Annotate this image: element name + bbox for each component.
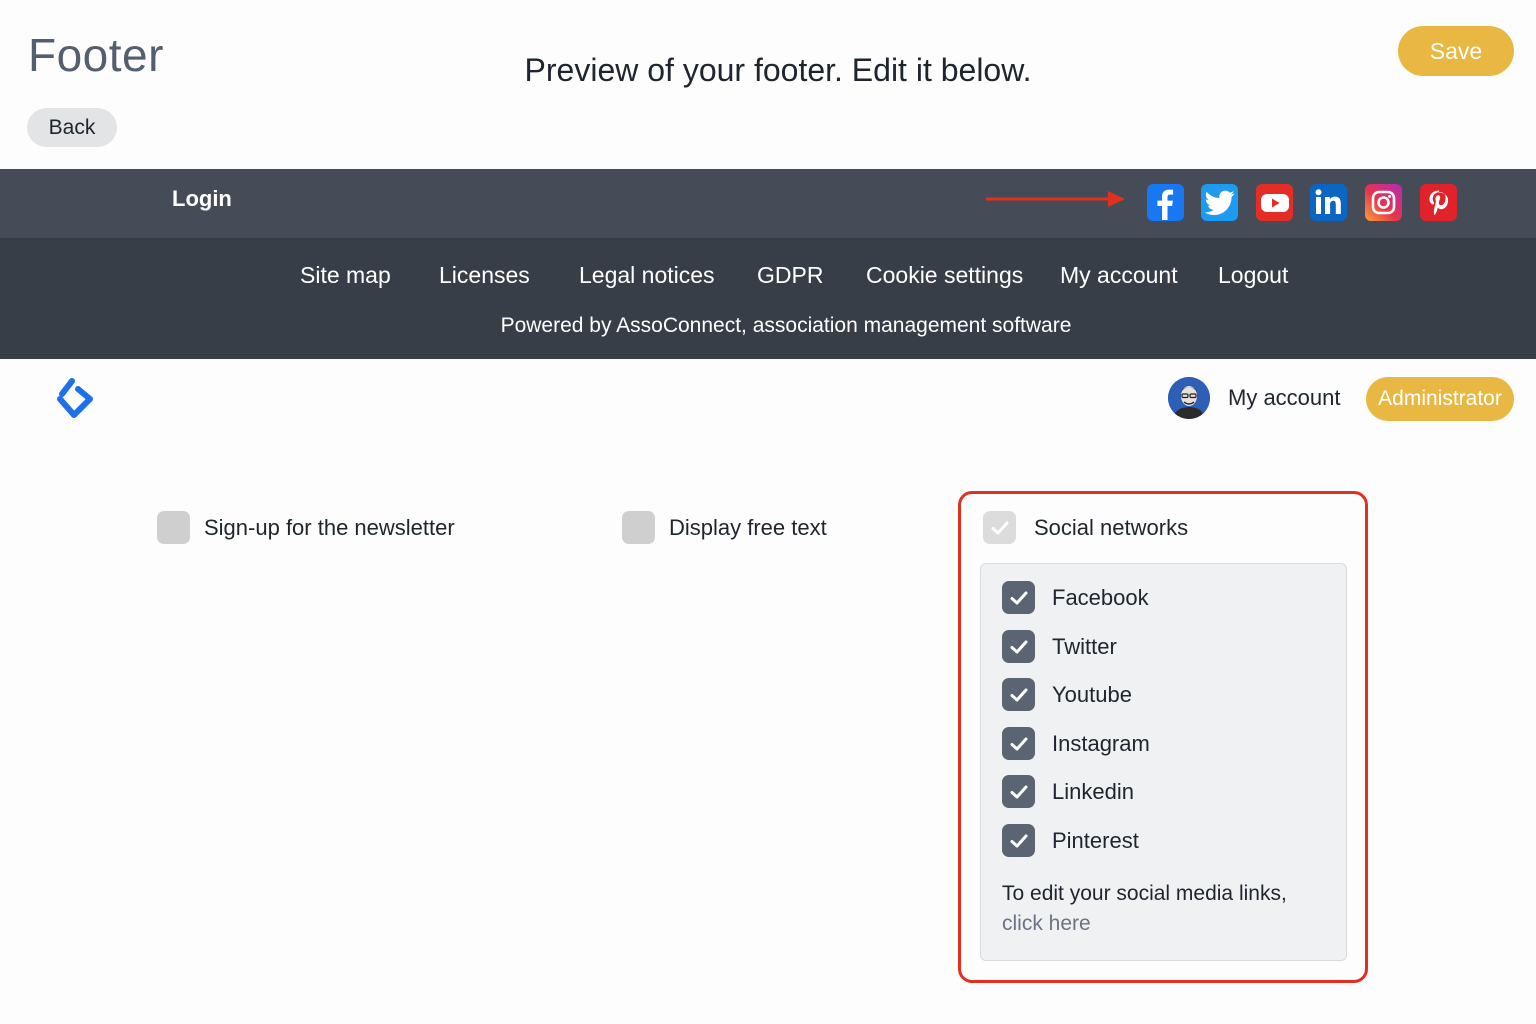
check-icon [1010,688,1027,701]
check-icon [1010,737,1027,750]
linkedin-label: Linkedin [1052,778,1134,804]
edit-social-links-note: To edit your social media links, [1002,882,1287,905]
newsletter-label: Sign-up for the newsletter [204,514,455,540]
newsletter-checkbox[interactable] [157,511,190,544]
linkedin-icon[interactable] [1310,184,1347,221]
check-icon [1010,834,1027,847]
check-icon [991,521,1008,534]
check-icon [1010,785,1027,798]
network-twitter[interactable]: Twitter [1002,630,1117,663]
pinterest-checkbox[interactable] [1002,824,1035,857]
my-account-link[interactable]: My account [1228,385,1341,411]
youtube-label: Youtube [1052,681,1132,707]
footer-link-cookie-settings[interactable]: Cookie settings [866,262,1023,289]
facebook-label: Facebook [1052,584,1149,610]
facebook-checkbox[interactable] [1002,581,1035,614]
pinterest-icon[interactable] [1420,184,1457,221]
footer-link-logout[interactable]: Logout [1218,262,1288,289]
avatar[interactable] [1168,377,1210,419]
footer-link-licenses[interactable]: Licenses [439,262,530,289]
social-networks-checkbox[interactable] [983,511,1016,544]
annotation-arrow-icon [986,191,1125,207]
edit-social-links-link[interactable]: click here [1002,912,1091,936]
free-text-option[interactable]: Display free text [622,511,827,544]
network-linkedin[interactable]: Linkedin [1002,775,1134,808]
instagram-checkbox[interactable] [1002,727,1035,760]
preview-heading: Preview of your footer. Edit it below. [524,52,1032,88]
check-icon [1010,640,1027,653]
footer-bottom-bar [0,238,1536,359]
powered-by-text: Powered by AssoConnect, association mana… [500,314,1072,337]
footer-link-gdpr[interactable]: GDPR [757,262,823,289]
footer-link-my-account[interactable]: My account [1060,262,1178,289]
check-icon [1010,591,1027,604]
twitter-icon[interactable] [1201,184,1238,221]
network-youtube[interactable]: Youtube [1002,678,1132,711]
twitter-label: Twitter [1052,633,1117,659]
free-text-checkbox[interactable] [622,511,655,544]
twitter-checkbox[interactable] [1002,630,1035,663]
newsletter-option[interactable]: Sign-up for the newsletter [157,511,455,544]
instagram-icon[interactable] [1365,184,1402,221]
free-text-label: Display free text [669,514,827,540]
social-networks-option[interactable]: Social networks [983,511,1188,544]
facebook-icon[interactable] [1147,184,1184,221]
back-button[interactable]: Back [27,108,117,147]
instagram-label: Instagram [1052,730,1150,756]
assoconnect-logo-icon [57,378,93,418]
save-button[interactable]: Save [1398,26,1514,76]
network-facebook[interactable]: Facebook [1002,581,1149,614]
youtube-icon[interactable] [1256,184,1293,221]
social-networks-label: Social networks [1034,514,1189,540]
youtube-checkbox[interactable] [1002,678,1035,711]
login-link[interactable]: Login [172,186,232,212]
linkedin-checkbox[interactable] [1002,775,1035,808]
pinterest-label: Pinterest [1052,827,1139,853]
network-pinterest[interactable]: Pinterest [1002,824,1139,857]
network-instagram[interactable]: Instagram [1002,727,1150,760]
administrator-badge[interactable]: Administrator [1366,377,1514,421]
footer-link-site-map[interactable]: Site map [300,262,391,289]
footer-link-legal-notices[interactable]: Legal notices [579,262,715,289]
